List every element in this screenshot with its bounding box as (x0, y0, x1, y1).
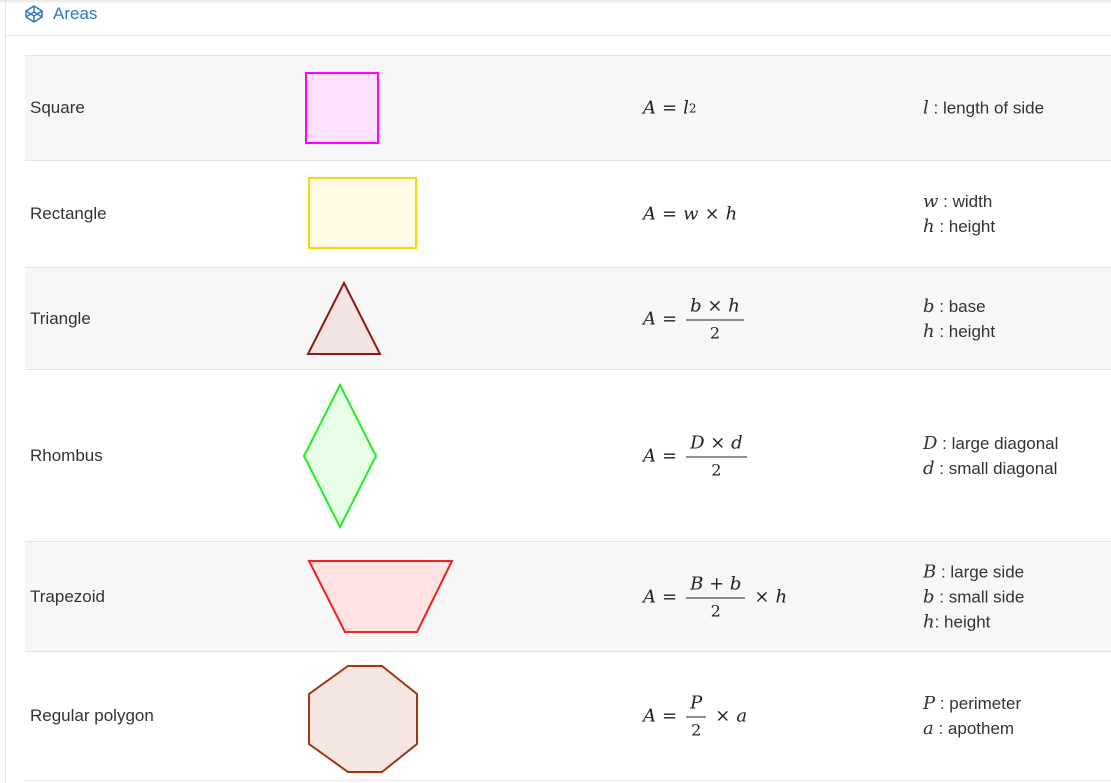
variable-item: B : large side (923, 561, 1025, 582)
formula-term: a (736, 705, 748, 727)
formula-lhs: A (643, 97, 656, 119)
variable-list: D : large diagonal d : small diagonal (923, 431, 1058, 481)
variable-item: P : perimeter (923, 693, 1022, 714)
formula-fraction: P 2 (686, 693, 707, 740)
shape-name: Triangle (30, 308, 91, 328)
shape-name: Rectangle (30, 204, 107, 223)
variable-item: b : base (923, 295, 986, 317)
triangle-figure (306, 280, 382, 355)
shape-name: Rhombus (30, 445, 103, 465)
variable-item: D : large diagonal (923, 432, 1059, 454)
formula-fraction: D × d 2 (686, 432, 747, 479)
square-figure (305, 72, 379, 144)
page-title[interactable]: Areas (53, 4, 97, 24)
codepen-cube-icon (24, 4, 44, 24)
rectangle-figure (308, 177, 417, 249)
formula-equals: = (662, 586, 678, 607)
area-formula: A = D × d 2 (643, 432, 750, 479)
area-formula: A = l2 (643, 98, 697, 119)
formula-lhs: A (643, 705, 656, 727)
rhombus-figure (302, 382, 378, 530)
formula-term: w (683, 203, 699, 225)
formula-equals: = (662, 445, 678, 466)
octagon-shape (308, 665, 418, 773)
table-row: Trapezoid A = B + b 2 × h B : large side… (25, 542, 1111, 652)
formula-lhs: A (643, 203, 656, 225)
rhombus-shape (302, 382, 378, 530)
area-formula: A = b × h 2 (643, 295, 747, 342)
variable-item: h : height (923, 216, 996, 237)
formula-term: h (725, 203, 738, 225)
formula-operator: × (715, 705, 731, 727)
formula-equals: = (662, 203, 678, 225)
formula-fraction: b × h 2 (686, 295, 744, 342)
octagon-figure (308, 665, 418, 773)
header-divider (5, 35, 1111, 36)
table-row: Regular polygon A = P 2 × a P : perimete… (25, 652, 1111, 781)
variable-item: h : height (923, 320, 996, 342)
area-formula: A = w × h (643, 204, 737, 225)
variable-list: B : large side b : small side h: height (923, 559, 1024, 634)
trapezoid-shape (307, 560, 454, 633)
formula-operator: × (704, 203, 720, 225)
variable-list: P : perimeter a : apothem (923, 691, 1021, 741)
section-header: Areas (24, 2, 97, 26)
formula-term: h (775, 586, 788, 607)
variable-item: b : small side (923, 586, 1025, 607)
shape-name: Trapezoid (30, 586, 105, 606)
formula-equals: = (662, 97, 678, 119)
table-row: Triangle A = b × h 2 b : base h : height (25, 268, 1111, 370)
formula-fraction: B + b 2 (686, 573, 746, 620)
top-shadow (0, 0, 1111, 4)
formula-exponent: 2 (688, 101, 697, 115)
formula-equals: = (662, 308, 678, 329)
variable-item: a : apothem (923, 718, 1015, 739)
area-formula: A = B + b 2 × h (643, 573, 787, 620)
variable-item: d : small diagonal (923, 457, 1058, 479)
formula-lhs: A (643, 308, 656, 329)
shape-name: Square (30, 98, 85, 117)
variable-list: b : base h : height (923, 294, 995, 344)
areas-table: Square A = l2 l : length of side Rectang… (25, 55, 1111, 781)
formula-lhs: A (643, 445, 656, 466)
trapezoid-figure (307, 560, 454, 633)
table-row: Square A = l2 l : length of side (25, 56, 1111, 161)
left-border (5, 0, 6, 783)
formula-lhs: A (643, 586, 656, 607)
area-formula: A = P 2 × a (643, 693, 747, 740)
square-shape (305, 72, 379, 144)
rectangle-shape (308, 177, 417, 249)
formula-operator: × (754, 586, 770, 607)
variable-item: l : length of side (923, 97, 1045, 119)
variable-list: l : length of side (923, 96, 1044, 121)
table-row: Rectangle A = w × h w : width h : height (25, 161, 1111, 268)
triangle-shape (306, 280, 382, 355)
shape-name: Regular polygon (30, 706, 154, 725)
variable-item: w : width (923, 191, 993, 212)
variable-list: w : width h : height (923, 189, 995, 239)
formula-equals: = (662, 705, 678, 727)
variable-item: h: height (923, 611, 991, 632)
table-row: Rhombus A = D × d 2 D : large diagonal d… (25, 370, 1111, 542)
